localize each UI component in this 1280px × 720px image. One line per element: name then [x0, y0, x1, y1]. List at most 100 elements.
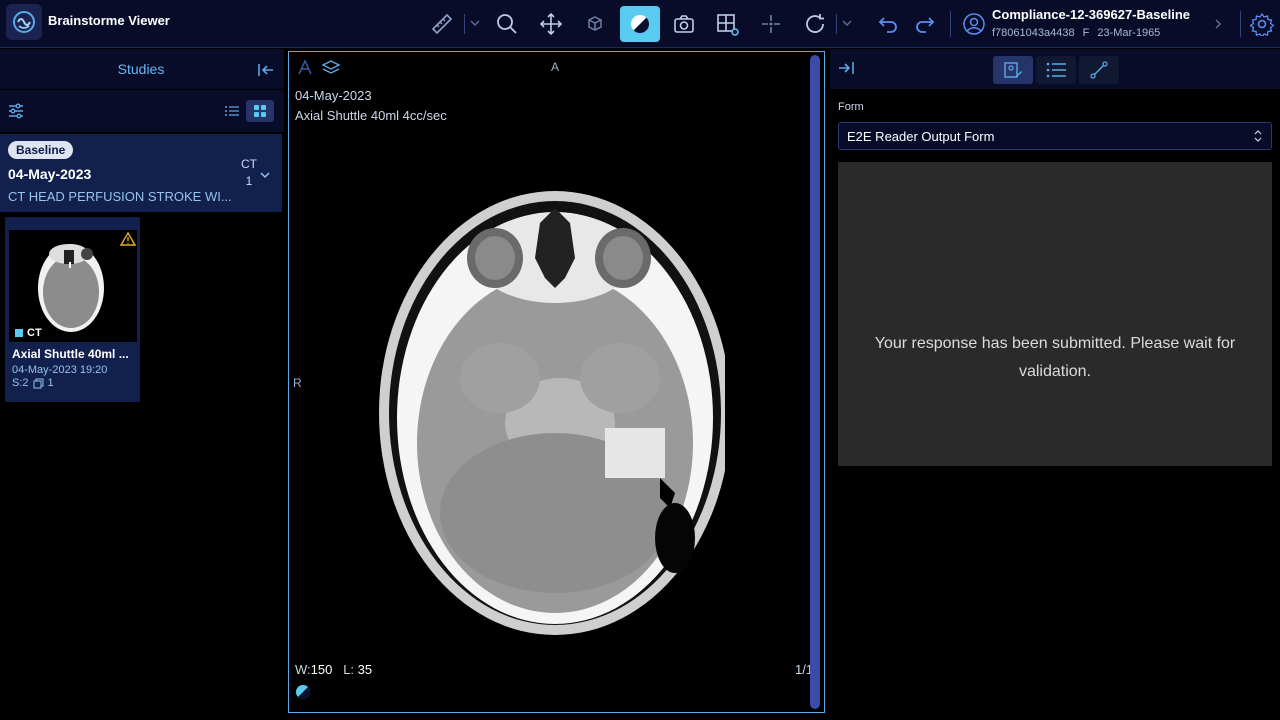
- rotate-3d-tool-button[interactable]: [575, 6, 615, 42]
- undo-icon: [878, 17, 897, 33]
- grid-view-button[interactable]: [246, 100, 274, 122]
- study-date: 04-May-2023: [8, 166, 92, 182]
- grid-settings-icon: [717, 14, 739, 36]
- reset-tool-button[interactable]: [795, 6, 835, 42]
- studies-toolbar: [0, 90, 284, 132]
- panel-tabs: [993, 56, 1122, 84]
- contrast-icon: [631, 15, 650, 34]
- image-viewport[interactable]: A R 04-May-2023 Axial Shuttle 40ml 4cc/s…: [288, 51, 825, 713]
- images-stack-icon: [33, 378, 44, 388]
- top-toolbar: Brainstorme Viewer Compliance-12-369627-…: [0, 0, 1280, 48]
- form-select-value: E2E Reader Output Form: [847, 129, 995, 144]
- view-toggle: [218, 100, 274, 122]
- panel-title: Studies: [117, 61, 165, 77]
- list-view-button[interactable]: [218, 100, 246, 122]
- viewport-date: 04-May-2023: [295, 88, 372, 103]
- list-icon: [1046, 62, 1066, 78]
- edit-form-icon: [1004, 62, 1022, 78]
- patient-name: Compliance-12-369627-Baseline: [992, 7, 1190, 22]
- study-description: CT HEAD PERFUSION STROKE WI...: [8, 189, 232, 204]
- study-modality: CT 1: [241, 156, 257, 190]
- window-level-tool-button[interactable]: [620, 6, 660, 42]
- move-arrows-icon: [539, 12, 563, 36]
- ct-scan-image: [379, 191, 725, 635]
- gear-icon[interactable]: [1250, 12, 1274, 36]
- toolbar-separator: [1240, 11, 1241, 37]
- patient-sex: F: [1082, 27, 1090, 39]
- user-icon: [963, 13, 985, 35]
- layers-icon[interactable]: [321, 58, 341, 78]
- viewport-series-description: Axial Shuttle 40ml 4cc/sec: [295, 108, 447, 123]
- crosshair-tool-button[interactable]: [751, 6, 791, 42]
- modality-tag: CT: [15, 327, 42, 339]
- redo-button[interactable]: [905, 6, 945, 42]
- timepoint-badge: Baseline: [8, 141, 74, 159]
- form-label: Form: [838, 101, 864, 113]
- zoom-tool-button[interactable]: [487, 6, 527, 42]
- form-body: Your response has been submitted. Please…: [838, 162, 1272, 466]
- tab-form[interactable]: [993, 56, 1033, 84]
- collapse-panel-icon[interactable]: [257, 62, 275, 78]
- contrast-icon[interactable]: [295, 684, 311, 700]
- brain-logo-icon: [13, 11, 35, 33]
- series-datetime: 04-May-2023 19:20: [12, 364, 108, 376]
- patient-id: f78061043a4438: [992, 27, 1075, 39]
- modality-label: CT: [241, 157, 257, 171]
- crosshair-icon: [762, 15, 780, 33]
- viewport-icons: [295, 58, 341, 78]
- level-value: 35: [357, 662, 373, 677]
- series-meta: S:2 1: [12, 377, 54, 389]
- series-number: S:2: [12, 377, 29, 389]
- tab-list[interactable]: [1036, 56, 1076, 84]
- chevron-down-icon[interactable]: [259, 170, 271, 180]
- toolbar-separator: [836, 14, 837, 34]
- layout-tool-button[interactable]: [707, 6, 747, 42]
- sliders-icon[interactable]: [7, 102, 25, 120]
- slice-scrollbar[interactable]: [810, 55, 820, 709]
- window-level-readout: W:150 L: 35: [295, 662, 372, 677]
- camera-icon: [674, 15, 694, 33]
- expand-panel-icon[interactable]: [837, 60, 855, 76]
- series-thumbnail[interactable]: CT Axial Shuttle 40ml ... 04-May-2023 19…: [5, 217, 140, 402]
- select-arrows-icon: [1254, 130, 1262, 142]
- modality-color-square: [15, 329, 23, 337]
- patient-dob: 23-Mar-1965: [1097, 27, 1161, 39]
- series-count: 1: [245, 174, 253, 188]
- submission-message: Your response has been submitted. Please…: [874, 335, 1236, 380]
- studies-panel: Studies Baseline 04-May-2023 CT HEAD PER…: [0, 49, 284, 720]
- grid-icon: [254, 105, 266, 117]
- window-label: W:: [295, 662, 311, 677]
- tab-measure[interactable]: [1079, 56, 1119, 84]
- app-title: Brainstorme Viewer: [48, 13, 170, 28]
- form-panel-header: [830, 49, 1280, 89]
- orientation-top: A: [551, 60, 560, 74]
- app-logo[interactable]: [6, 4, 42, 40]
- warning-icon: [120, 232, 136, 246]
- patient-meta: f78061043a4438 F 23-Mar-1965: [992, 27, 1168, 39]
- toolbar-separator: [464, 14, 465, 34]
- thumb-modality: CT: [27, 327, 42, 339]
- chevron-right-icon[interactable]: [1212, 16, 1224, 32]
- capture-tool-button[interactable]: [664, 6, 704, 42]
- chevron-down-icon[interactable]: [468, 16, 482, 30]
- pan-tool-button[interactable]: [531, 6, 571, 42]
- ruler-tool-button[interactable]: [422, 6, 462, 42]
- window-value: 150: [310, 662, 333, 677]
- study-card[interactable]: Baseline 04-May-2023 CT HEAD PERFUSION S…: [0, 134, 282, 212]
- instance-count: 1: [47, 377, 54, 389]
- redo-icon: [916, 17, 935, 33]
- list-icon: [225, 106, 239, 116]
- orientation-left: R: [293, 376, 302, 390]
- thumbnail-image: [9, 230, 137, 342]
- toolbar-separator: [950, 11, 951, 37]
- form-select[interactable]: E2E Reader Output Form: [838, 122, 1272, 150]
- undo-button[interactable]: [868, 6, 908, 42]
- form-panel: Form E2E Reader Output Form Your respons…: [830, 49, 1280, 720]
- annotation-icon[interactable]: [295, 58, 315, 78]
- cube-rotate-icon: [588, 16, 602, 31]
- studies-header: Studies: [0, 49, 284, 89]
- chevron-down-icon[interactable]: [840, 16, 854, 30]
- series-name: Axial Shuttle 40ml ...: [12, 347, 129, 361]
- ruler-icon: [431, 13, 453, 35]
- rotate-cw-icon: [806, 14, 824, 33]
